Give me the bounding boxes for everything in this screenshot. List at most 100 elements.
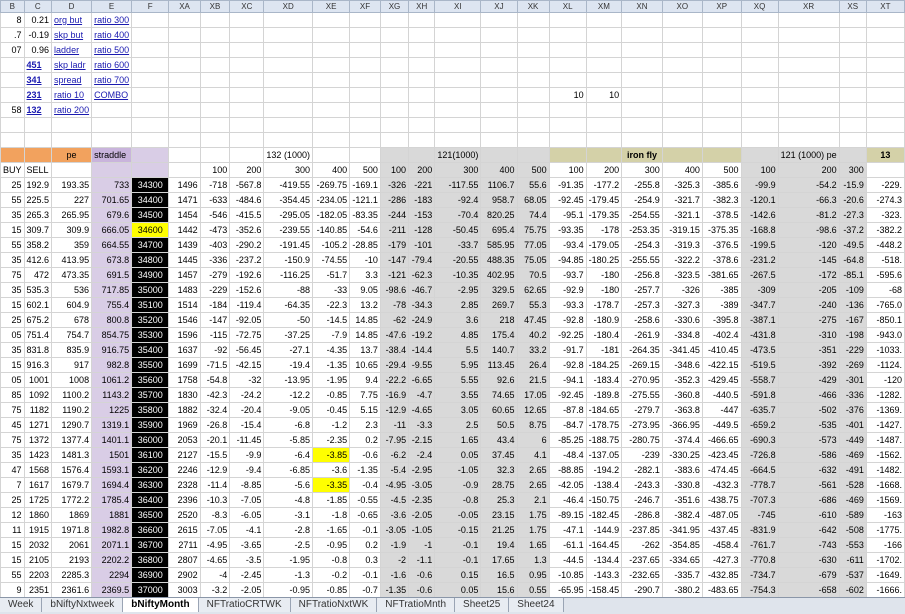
data-cell[interactable]: -267.5 — [740, 267, 779, 283]
cell-top-4-d[interactable]: spread — [51, 72, 93, 88]
data-cell[interactable]: -88.85 — [548, 462, 587, 478]
data-cell[interactable]: 488.35 — [480, 252, 518, 268]
strike-price-cell[interactable]: 36300 — [131, 477, 170, 493]
data-cell[interactable]: 15 — [0, 537, 25, 553]
data-cell[interactable]: 218 — [480, 312, 518, 328]
data-cell[interactable]: -264.35 — [621, 342, 663, 358]
data-cell[interactable]: 1568 — [23, 462, 53, 478]
data-cell[interactable]: -322.2 — [661, 252, 703, 268]
data-cell[interactable]: -269.15 — [621, 357, 663, 373]
cell-top-4-xl[interactable] — [548, 72, 587, 88]
data-cell[interactable]: -632 — [777, 462, 840, 478]
cell-top-6-xc[interactable] — [229, 102, 265, 118]
data-cell[interactable]: -48.4 — [548, 447, 587, 463]
data-cell[interactable]: -254.9 — [621, 192, 663, 208]
data-cell[interactable]: -437.45 — [701, 522, 742, 538]
cell-top-6-xb[interactable] — [199, 102, 231, 118]
data-cell[interactable]: -381.65 — [701, 267, 742, 283]
data-cell[interactable]: 1439 — [168, 237, 201, 253]
subheader-xb[interactable]: 100 — [199, 162, 231, 178]
cell-top-3-xo[interactable] — [661, 57, 703, 73]
data-cell[interactable]: 1457 — [168, 267, 201, 283]
data-cell[interactable]: 1471 — [168, 192, 201, 208]
cell-top-4-xn[interactable] — [621, 72, 663, 88]
cell-top-2-xe[interactable] — [311, 42, 351, 58]
strike-price-cell[interactable]: 36700 — [131, 537, 170, 553]
data-cell[interactable]: 25.3 — [480, 492, 518, 508]
strike-price-cell[interactable]: 35500 — [131, 357, 170, 373]
data-cell[interactable]: -831.9 — [740, 522, 779, 538]
data-cell[interactable]: -726.8 — [740, 447, 779, 463]
subheader-e[interactable] — [91, 162, 133, 178]
data-cell[interactable]: -246.7 — [621, 492, 663, 508]
column-header-xi[interactable]: XI — [434, 0, 482, 13]
data-cell[interactable]: -1.95 — [311, 372, 351, 388]
data-cell[interactable]: 413.95 — [51, 252, 93, 268]
cell-top-3-xj[interactable] — [480, 57, 518, 73]
cell-top-5-xf[interactable] — [349, 87, 381, 103]
cell-top-6-xt[interactable] — [865, 102, 905, 118]
data-cell[interactable]: -254.55 — [621, 207, 663, 223]
data-cell[interactable]: -754.3 — [740, 582, 779, 597]
cell-blank[interactable] — [51, 132, 93, 148]
section-header-e[interactable]: straddle — [91, 147, 133, 163]
data-cell[interactable]: 1377.4 — [51, 432, 93, 448]
data-cell[interactable]: 17.05 — [516, 387, 550, 403]
data-cell[interactable]: 3.05 — [434, 402, 482, 418]
data-cell[interactable]: -0.1 — [349, 567, 381, 583]
cell-top-0-xt[interactable] — [865, 12, 905, 28]
cell-top-2-xr[interactable] — [777, 42, 840, 58]
data-cell[interactable]: 05 — [0, 327, 25, 343]
data-cell[interactable]: -448.2 — [865, 237, 905, 253]
data-cell[interactable]: -438.75 — [701, 492, 742, 508]
data-cell[interactable]: -2.45 — [229, 567, 265, 583]
data-cell[interactable]: 3.6 — [434, 312, 482, 328]
data-cell[interactable]: -2.8 — [263, 522, 313, 538]
data-cell[interactable]: 3.3 — [349, 267, 381, 283]
data-cell[interactable]: 1694.4 — [91, 477, 133, 493]
data-cell[interactable]: -3.85 — [311, 447, 351, 463]
data-cell[interactable]: -1.05 — [408, 522, 436, 538]
subheader-xm[interactable]: 200 — [585, 162, 623, 178]
data-cell[interactable]: 412.6 — [23, 252, 53, 268]
data-cell[interactable]: -487.05 — [701, 507, 742, 523]
data-cell[interactable]: -1.35 — [379, 582, 410, 597]
data-cell[interactable]: -94.1 — [548, 372, 587, 388]
cell-top-0-xp[interactable] — [701, 12, 742, 28]
cell-top-1-xq[interactable] — [740, 27, 779, 43]
data-cell[interactable]: -274.3 — [865, 192, 905, 208]
strike-price-cell[interactable]: 34400 — [131, 192, 170, 208]
cell-top-4-xm[interactable] — [585, 72, 623, 88]
data-cell[interactable]: 835.9 — [51, 342, 93, 358]
data-cell[interactable]: -168.8 — [740, 222, 779, 238]
column-header-f[interactable]: F — [131, 0, 170, 13]
data-cell[interactable]: -37.2 — [838, 222, 867, 238]
data-cell[interactable]: 1442 — [168, 222, 201, 238]
cell-top-2-xd[interactable] — [263, 42, 313, 58]
data-cell[interactable]: -3.35 — [311, 477, 351, 493]
data-cell[interactable]: -54.6 — [349, 222, 381, 238]
data-cell[interactable]: 2294 — [91, 567, 133, 583]
data-cell[interactable]: 75.75 — [516, 222, 550, 238]
data-cell[interactable]: 13.2 — [349, 297, 381, 313]
cell-top-6-f[interactable] — [131, 102, 170, 118]
data-cell[interactable]: -42.15 — [229, 357, 265, 373]
data-cell[interactable]: 193.35 — [51, 177, 93, 193]
data-cell[interactable]: -46.4 — [548, 492, 587, 508]
subheader-d[interactable] — [51, 162, 93, 178]
cell-top-6-xh[interactable] — [408, 102, 436, 118]
data-cell[interactable]: -0.15 — [434, 522, 482, 538]
data-cell[interactable]: -0.95 — [311, 537, 351, 553]
data-cell[interactable]: -3.2 — [199, 582, 231, 597]
data-cell[interactable]: 1445 — [168, 252, 201, 268]
data-cell[interactable]: 11 — [0, 522, 25, 538]
data-cell[interactable]: -234.05 — [311, 192, 351, 208]
cell-top-2-xi[interactable] — [434, 42, 482, 58]
data-cell[interactable]: -10.3 — [199, 492, 231, 508]
strike-price-cell[interactable]: 36500 — [131, 507, 170, 523]
cell-top-1-xi[interactable] — [434, 27, 482, 43]
cell-blank[interactable] — [379, 132, 410, 148]
cell-top-4-xf[interactable] — [349, 72, 381, 88]
data-cell[interactable]: -286 — [379, 192, 410, 208]
data-cell[interactable]: 21.25 — [480, 522, 518, 538]
